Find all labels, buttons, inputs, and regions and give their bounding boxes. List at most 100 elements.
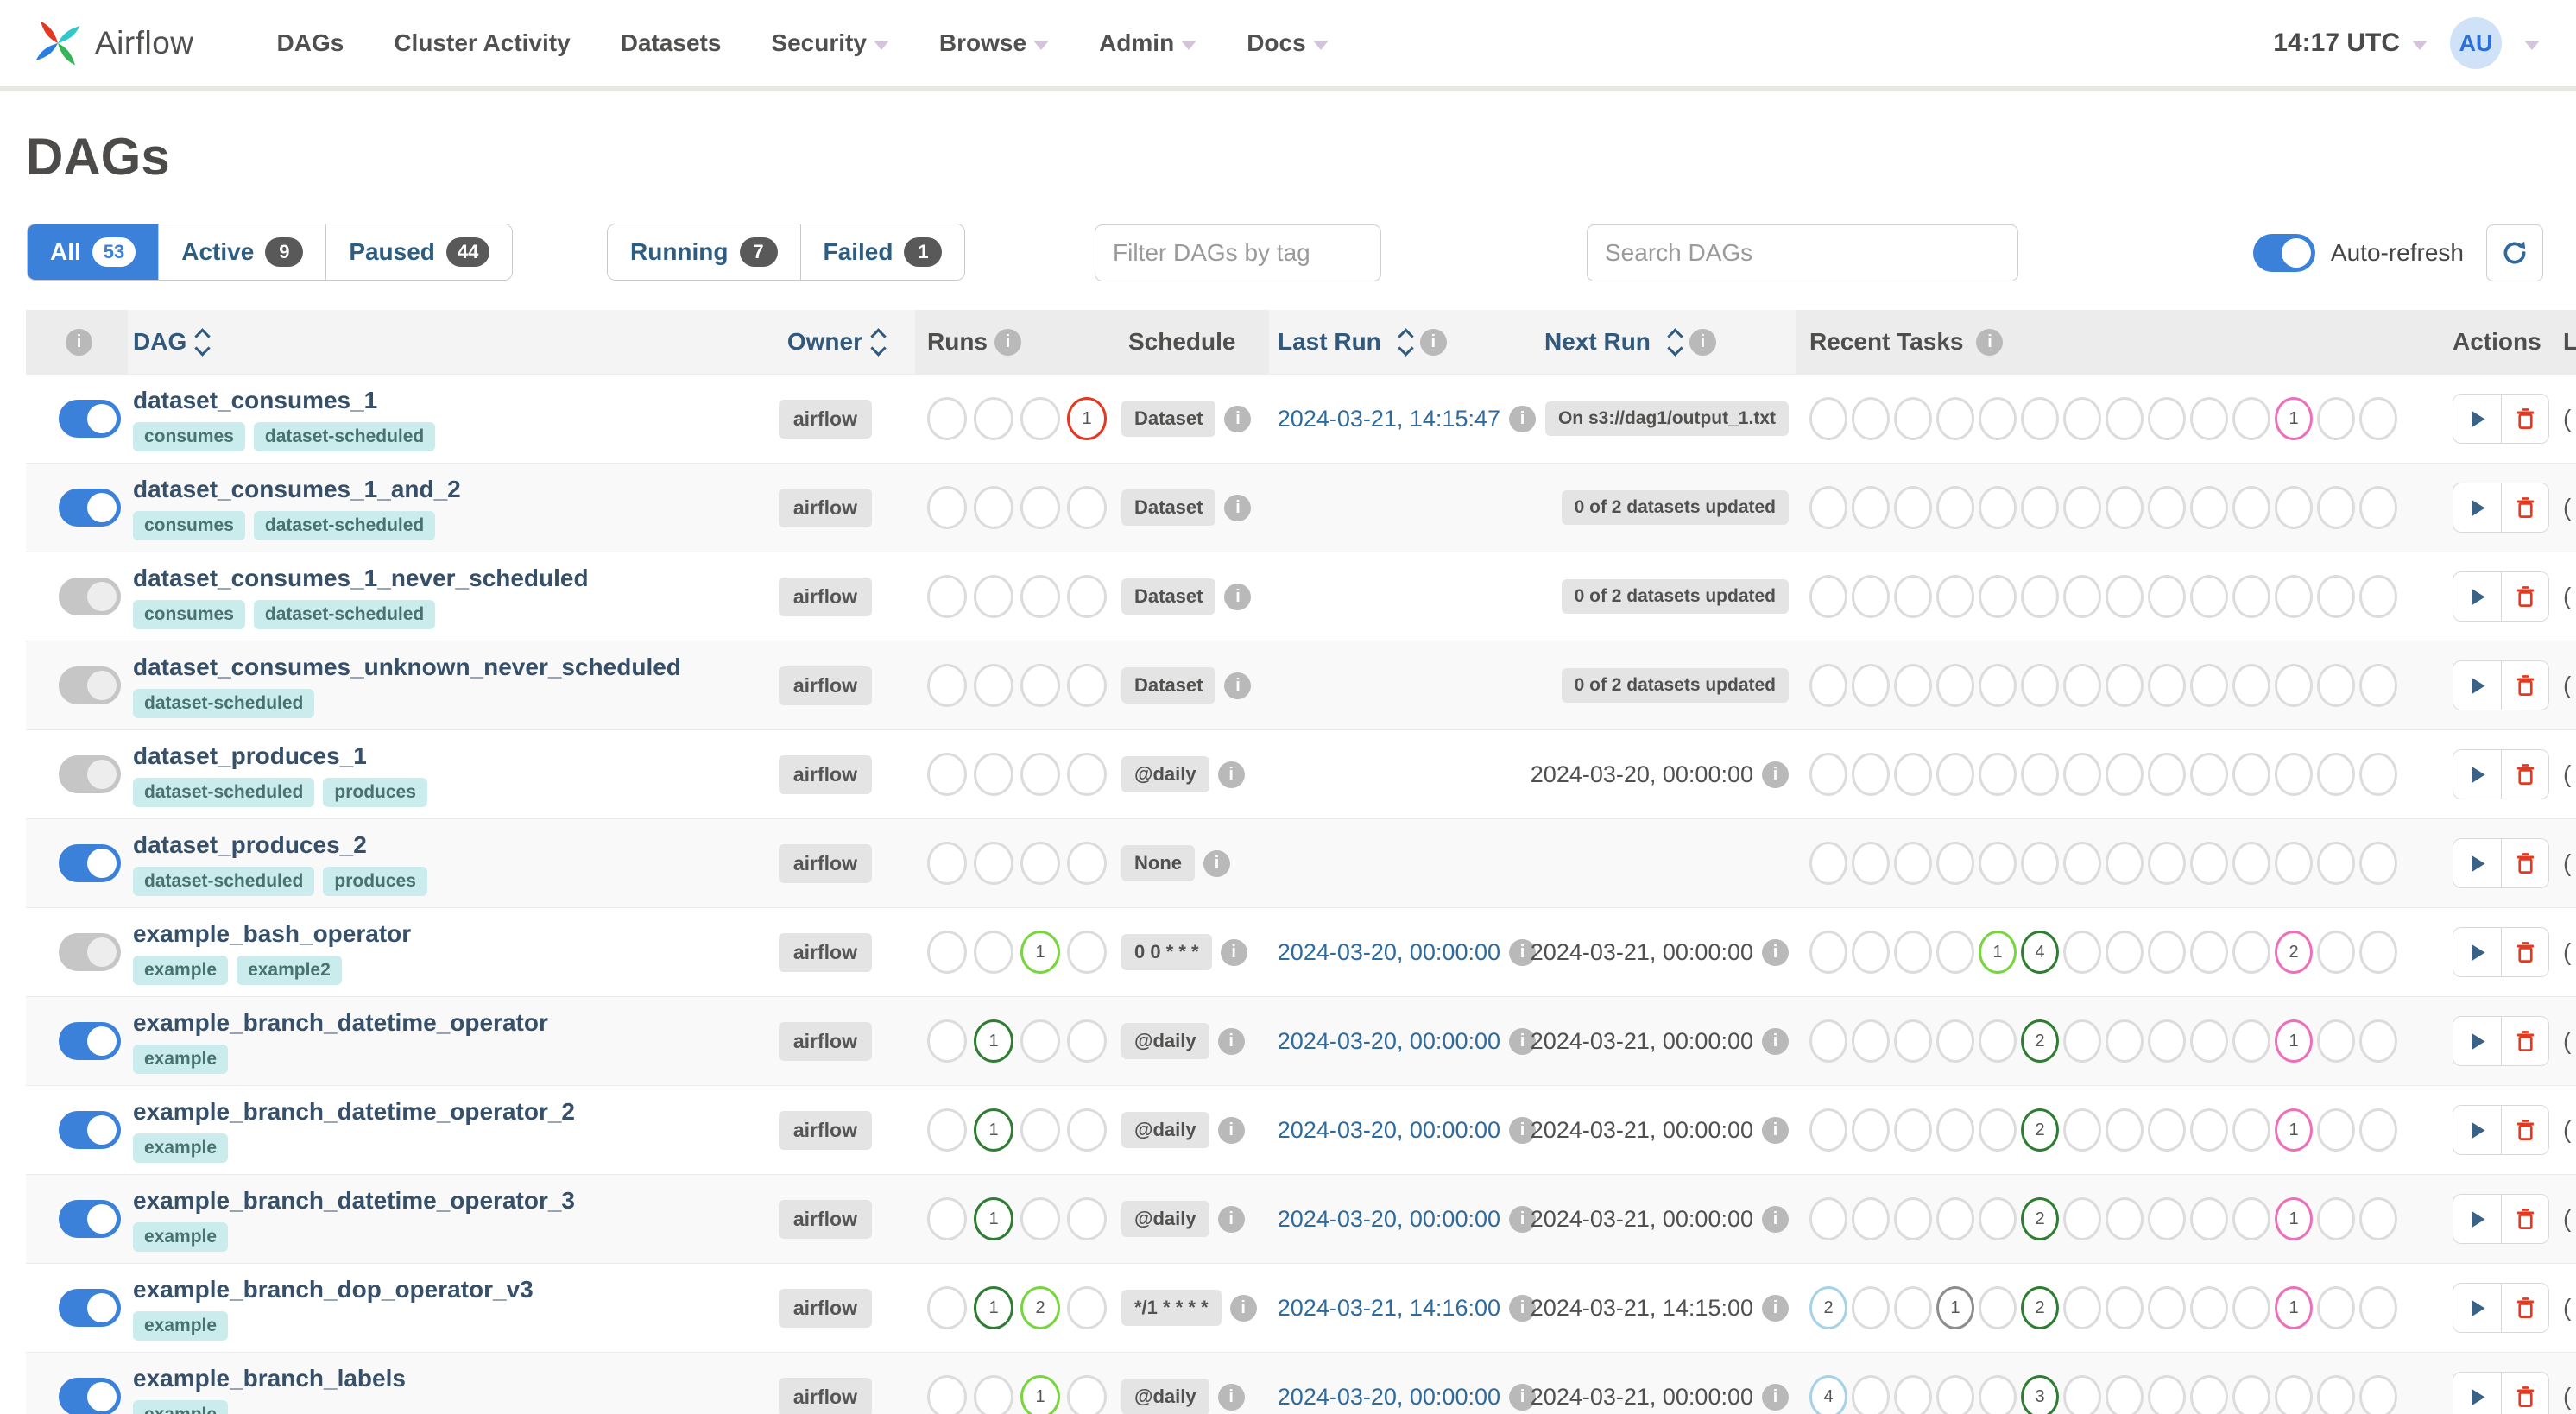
run-state-circle-empty[interactable]	[927, 931, 967, 974]
task-state-circle-empty[interactable]	[1979, 1019, 2017, 1063]
task-state-circle-skipped[interactable]: 1	[2275, 1019, 2313, 1063]
schedule-badge[interactable]: None	[1121, 845, 1195, 881]
task-state-circle-empty[interactable]	[2148, 575, 2186, 618]
dag-name-link[interactable]: dataset_consumes_unknown_never_scheduled	[133, 653, 681, 681]
delete-dag-button[interactable]	[2501, 839, 2548, 887]
nav-item-browse[interactable]: Browse	[939, 29, 1050, 57]
run-state-circle-empty[interactable]	[1020, 397, 1060, 440]
schedule-badge[interactable]: @daily	[1121, 1201, 1209, 1237]
trigger-dag-button[interactable]	[2453, 395, 2501, 443]
task-state-circle-empty[interactable]	[1809, 931, 1847, 974]
task-state-circle-empty[interactable]	[2232, 575, 2270, 618]
task-state-circle-empty[interactable]	[1852, 575, 1890, 618]
task-state-circle-empty[interactable]	[2232, 1375, 2270, 1414]
task-state-circle-empty[interactable]	[2232, 1108, 2270, 1152]
run-state-circle-empty[interactable]	[1020, 753, 1060, 796]
dag-tag[interactable]: dataset-scheduled	[253, 510, 436, 540]
dag-pause-toggle[interactable]	[59, 1022, 121, 1060]
task-state-circle-empty[interactable]	[2063, 931, 2101, 974]
dag-tag[interactable]: produces	[323, 777, 427, 807]
task-state-circle-empty[interactable]	[2317, 931, 2355, 974]
task-state-circle-skipped[interactable]: 1	[2275, 1197, 2313, 1240]
schedule-badge[interactable]: @daily	[1121, 1112, 1209, 1148]
task-state-circle-empty[interactable]	[1809, 1108, 1847, 1152]
task-state-circle-empty[interactable]	[1809, 664, 1847, 707]
links-overflow-cut[interactable]: (	[2563, 1027, 2571, 1055]
task-state-circle-empty[interactable]	[2317, 486, 2355, 529]
links-overflow-cut[interactable]: (	[2563, 938, 2571, 966]
task-state-circle-empty[interactable]	[2021, 842, 2059, 885]
run-state-circle-empty[interactable]	[1020, 664, 1060, 707]
task-state-circle-empty[interactable]	[2317, 1108, 2355, 1152]
task-state-circle-empty[interactable]	[2359, 931, 2397, 974]
task-state-circle-empty[interactable]	[1894, 842, 1932, 885]
task-state-circle-skipped[interactable]: 2	[2275, 931, 2313, 974]
trigger-dag-button[interactable]	[2453, 1017, 2501, 1065]
dag-pause-toggle[interactable]	[59, 1378, 121, 1414]
task-state-circle-empty[interactable]	[1936, 575, 1974, 618]
task-state-circle-empty[interactable]	[2148, 397, 2186, 440]
task-state-circle-empty[interactable]	[1852, 1019, 1890, 1063]
header-last-run[interactable]: Last Run i	[1269, 310, 1541, 374]
dag-tag[interactable]: dataset-scheduled	[253, 599, 436, 629]
delete-dag-button[interactable]	[2501, 1017, 2548, 1065]
dag-name-link[interactable]: dataset_produces_1	[133, 742, 367, 770]
schedule-badge[interactable]: Dataset	[1121, 401, 1216, 437]
task-state-circle-empty[interactable]	[2021, 664, 2059, 707]
task-state-circle-empty[interactable]	[2106, 753, 2144, 796]
delete-dag-button[interactable]	[2501, 1106, 2548, 1154]
run-state-circle-empty[interactable]	[974, 1375, 1013, 1414]
run-state-circle-empty[interactable]	[1020, 575, 1060, 618]
run-state-circle-empty[interactable]	[1067, 1286, 1107, 1329]
links-overflow-cut[interactable]: (	[2563, 761, 2571, 788]
owner-badge[interactable]: airflow	[778, 1110, 872, 1150]
run-state-circle-empty[interactable]	[927, 1375, 967, 1414]
delete-dag-button[interactable]	[2501, 572, 2548, 621]
dag-pause-toggle[interactable]	[59, 489, 121, 527]
task-state-circle-empty[interactable]	[2063, 575, 2101, 618]
dag-pause-toggle[interactable]	[59, 578, 121, 615]
run-state-circle-empty[interactable]	[974, 486, 1013, 529]
trigger-dag-button[interactable]	[2453, 1284, 2501, 1332]
last-run-link[interactable]: 2024-03-20, 00:00:00	[1278, 939, 1500, 966]
run-state-circle-empty[interactable]	[1067, 1197, 1107, 1240]
avatar[interactable]: AU	[2450, 17, 2502, 69]
trigger-dag-button[interactable]	[2453, 1373, 2501, 1414]
delete-dag-button[interactable]	[2501, 1373, 2548, 1414]
task-state-circle-empty[interactable]	[2106, 575, 2144, 618]
task-state-circle-empty[interactable]	[2106, 1286, 2144, 1329]
sort-icon[interactable]	[194, 327, 211, 357]
task-state-circle-empty[interactable]	[2190, 753, 2228, 796]
auto-refresh-toggle[interactable]	[2252, 234, 2315, 272]
task-state-circle-empty[interactable]	[2106, 931, 2144, 974]
task-state-circle-empty[interactable]	[2106, 397, 2144, 440]
dag-name-link[interactable]: dataset_consumes_1	[133, 387, 377, 414]
task-state-circle-empty[interactable]	[2021, 397, 2059, 440]
nav-item-datasets[interactable]: Datasets	[621, 29, 722, 57]
run-state-circle-empty[interactable]	[927, 1019, 967, 1063]
last-run-link[interactable]: 2024-03-20, 00:00:00	[1278, 1206, 1500, 1233]
dag-pause-toggle[interactable]	[59, 844, 121, 882]
task-state-circle-empty[interactable]	[2148, 753, 2186, 796]
trigger-dag-button[interactable]	[2453, 750, 2501, 799]
task-state-circle-empty[interactable]	[2359, 397, 2397, 440]
task-state-circle-empty[interactable]	[2190, 575, 2228, 618]
run-state-circle-empty[interactable]	[927, 1197, 967, 1240]
run-state-circle-empty[interactable]	[1067, 664, 1107, 707]
dag-pause-toggle[interactable]	[59, 933, 121, 971]
delete-dag-button[interactable]	[2501, 661, 2548, 710]
task-state-circle-empty[interactable]	[2021, 486, 2059, 529]
task-state-circle-empty[interactable]	[1809, 1019, 1847, 1063]
task-state-circle-empty[interactable]	[1894, 1019, 1932, 1063]
task-state-circle-empty[interactable]	[2359, 1286, 2397, 1329]
header-dag[interactable]: DAG	[128, 310, 630, 374]
dag-pause-toggle[interactable]	[59, 666, 121, 704]
task-state-circle-empty[interactable]	[1809, 842, 1847, 885]
task-state-circle-none[interactable]: 2	[1809, 1286, 1847, 1329]
task-state-circle-empty[interactable]	[1979, 753, 2017, 796]
trigger-dag-button[interactable]	[2453, 1106, 2501, 1154]
run-state-circle-empty[interactable]	[974, 575, 1013, 618]
dag-tag[interactable]: example	[133, 1310, 229, 1341]
task-state-circle-empty[interactable]	[2359, 1019, 2397, 1063]
run-state-circle-success[interactable]: 1	[974, 1019, 1013, 1063]
